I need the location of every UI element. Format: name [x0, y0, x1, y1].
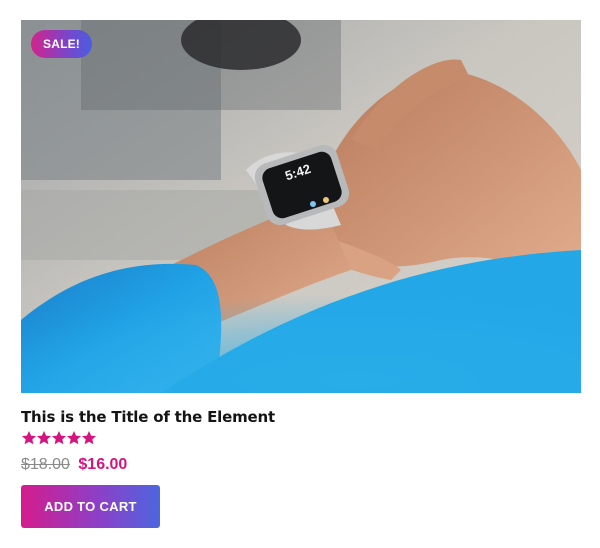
rating-stars — [22, 431, 96, 445]
sale-price: $16.00 — [78, 456, 128, 473]
star-icon — [22, 431, 36, 445]
product-title[interactable]: This is the Title of the Element — [21, 408, 275, 426]
price-row: $18.00 $16.00 — [21, 456, 127, 474]
add-to-cart-button[interactable]: ADD TO CART — [21, 485, 160, 528]
product-image[interactable]: 5:42 SALE! — [21, 20, 581, 393]
star-icon — [67, 431, 81, 445]
product-card: 5:42 SALE! This is the Title of the Elem… — [21, 20, 581, 528]
star-icon — [37, 431, 51, 445]
smartwatch-photo: 5:42 — [21, 20, 581, 393]
star-icon — [52, 431, 66, 445]
star-icon — [82, 431, 96, 445]
sale-badge: SALE! — [31, 30, 92, 58]
old-price: $18.00 — [21, 456, 70, 473]
